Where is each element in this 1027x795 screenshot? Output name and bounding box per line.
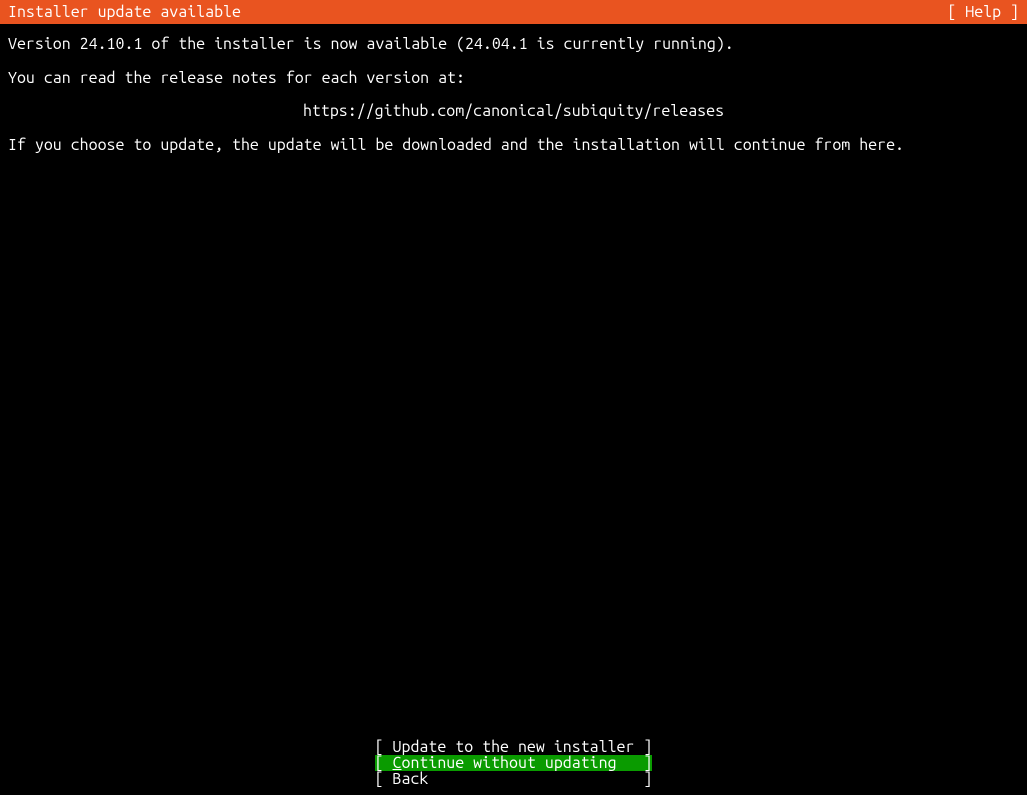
update-installer-button[interactable]: [ Update to the new installer ] — [375, 739, 653, 755]
back-button[interactable]: [ Back ] — [375, 771, 653, 787]
release-notes-intro-text: You can read the release notes for each … — [8, 66, 1019, 92]
page-title: Installer update available — [8, 0, 241, 24]
version-info-text: Version 24.10.1 of the installer is now … — [8, 32, 1019, 58]
footer-buttons: [ Update to the new installer ] [ Contin… — [0, 739, 1027, 787]
help-button[interactable]: [ Help ] — [947, 0, 1019, 24]
main-content: Version 24.10.1 of the installer is now … — [0, 24, 1027, 174]
header-bar: Installer update available [ Help ] — [0, 0, 1027, 24]
update-info-text: If you choose to update, the update will… — [8, 133, 1019, 159]
continue-without-updating-button[interactable]: [ Continue without updating ] — [375, 755, 653, 771]
release-notes-url: https://github.com/canonical/subiquity/r… — [8, 99, 1019, 125]
